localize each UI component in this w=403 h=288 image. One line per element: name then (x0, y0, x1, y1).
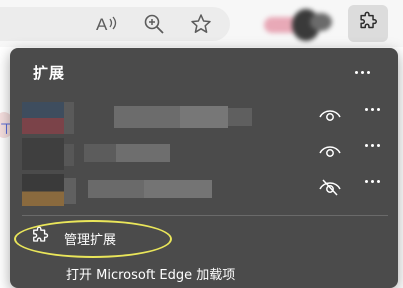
panel-divider (22, 215, 388, 216)
extension-item[interactable] (22, 138, 394, 170)
extension-item[interactable] (22, 174, 394, 206)
toggle-visibility-button[interactable] (318, 107, 342, 127)
profile-avatar[interactable] (262, 5, 342, 45)
eye-off-icon (319, 178, 341, 200)
toggle-visibility-button[interactable] (318, 143, 342, 163)
open-edge-addons-link[interactable]: 打开 Microsoft Edge 加载项 (66, 264, 235, 283)
extension-name-redacted (84, 144, 116, 162)
more-horizontal-icon (365, 108, 380, 111)
zoom-in-icon[interactable] (142, 12, 166, 36)
panel-more-button[interactable] (350, 62, 374, 82)
extension-more-button[interactable] (365, 108, 380, 111)
extension-item[interactable] (22, 102, 394, 134)
more-horizontal-icon (365, 144, 380, 147)
extension-name-redacted (88, 180, 144, 198)
toggle-visibility-button[interactable] (318, 179, 342, 199)
star-icon[interactable] (189, 12, 213, 36)
eye-icon (319, 143, 341, 163)
manage-extensions-label: 管理扩展 (64, 232, 117, 248)
extension-name-redacted (114, 106, 180, 128)
extensions-panel: 扩展 管理扩展 打开 Microsoft Edge 加载项 (10, 48, 398, 288)
puzzle-icon (30, 226, 50, 250)
extension-more-button[interactable] (365, 144, 380, 147)
extension-icon (22, 102, 64, 134)
extensions-button[interactable] (348, 5, 388, 42)
more-horizontal-icon (365, 180, 380, 183)
manage-extensions-item[interactable]: 管理扩展 (30, 226, 116, 250)
eye-icon (319, 107, 341, 127)
more-horizontal-icon (354, 70, 370, 74)
puzzle-icon (357, 11, 379, 37)
extension-icon (22, 138, 64, 170)
extension-more-button[interactable] (365, 180, 380, 183)
browser-toolbar: A (0, 0, 403, 47)
extension-icon (22, 174, 64, 206)
read-aloud-icon[interactable]: A (95, 12, 119, 36)
svg-text:A: A (96, 15, 108, 34)
panel-title: 扩展 (33, 64, 66, 82)
